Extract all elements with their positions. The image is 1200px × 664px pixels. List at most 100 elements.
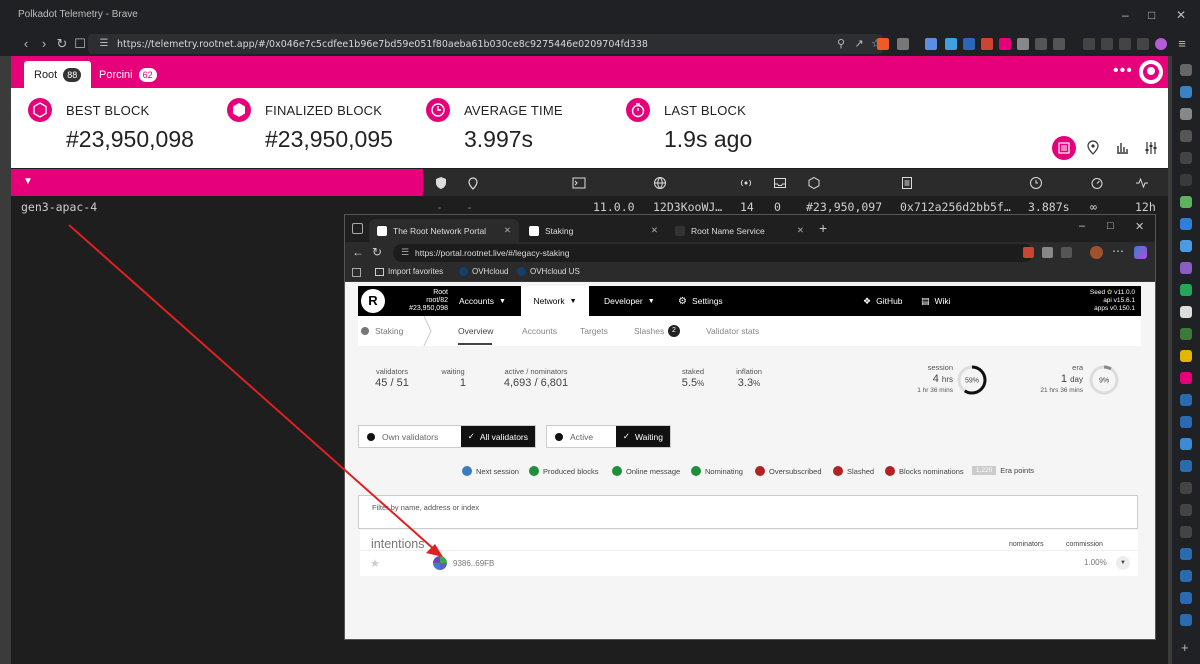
propagation-icon[interactable]: [1090, 176, 1104, 190]
terminal-icon[interactable]: [572, 176, 586, 190]
extension-icon[interactable]: [999, 38, 1011, 50]
menu-icon[interactable]: ≡: [1174, 36, 1190, 52]
sidebar-app-icon[interactable]: [1180, 262, 1192, 274]
edge-close-icon[interactable]: ✕: [1135, 220, 1144, 233]
sidebar-app-icon[interactable]: [1180, 482, 1192, 494]
nav-developer[interactable]: Developer ▼: [604, 286, 655, 316]
extension-icon[interactable]: [963, 38, 975, 50]
address-bar[interactable]: ☰ https://telemetry.rootnet.app/#/0x046e…: [88, 34, 883, 54]
edge-tab-rns[interactable]: Root Name Service ✕: [667, 219, 812, 242]
extension-icon[interactable]: [1017, 38, 1029, 50]
inbox-icon[interactable]: [773, 176, 787, 190]
block-hash-icon[interactable]: [900, 176, 914, 190]
all-validators-option[interactable]: ✓ All validators: [460, 426, 535, 447]
github-icon[interactable]: [1139, 60, 1163, 84]
site-info-icon[interactable]: ☰: [96, 36, 112, 52]
extension-icon[interactable]: [1042, 247, 1053, 258]
nav-settings[interactable]: ⚙ Settings: [678, 286, 723, 316]
address-url[interactable]: https://telemetry.rootnet.app/#/0x046e7c…: [117, 39, 648, 50]
network-globe-icon[interactable]: [653, 176, 667, 190]
nav-network[interactable]: Network ▼: [521, 286, 589, 316]
nav-accounts[interactable]: Accounts ▼: [459, 286, 506, 316]
filter-input[interactable]: Filter by name, address or index: [358, 495, 1138, 529]
sidebar-app-icon[interactable]: [1180, 548, 1192, 560]
profile-avatar[interactable]: [1155, 38, 1167, 50]
brave-shield-icon[interactable]: [877, 38, 889, 50]
edge-address-bar[interactable]: ☰ https://portal.rootnet.live/#/legacy-s…: [393, 244, 1033, 262]
extension-icon[interactable]: [925, 38, 937, 50]
profile-avatar[interactable]: [1090, 246, 1103, 259]
sidebar-app-icon[interactable]: [1180, 306, 1192, 318]
tabs-icon[interactable]: [1101, 38, 1113, 50]
subnav-staking[interactable]: Staking: [375, 326, 403, 336]
back-icon[interactable]: ‹: [18, 36, 34, 52]
favorites-toggle-icon[interactable]: [352, 268, 361, 277]
extensions-puzzle-icon[interactable]: [1035, 38, 1047, 50]
expand-row-icon[interactable]: ▼: [1116, 556, 1130, 570]
edge-tab-portal[interactable]: The Root Network Portal ✕: [369, 219, 519, 242]
sidebar-app-icon[interactable]: [1180, 108, 1192, 120]
reload-icon[interactable]: ↻: [372, 245, 382, 259]
sidebar-app-icon[interactable]: [1180, 394, 1192, 406]
sidebar-app-icon[interactable]: [1180, 240, 1192, 252]
location-icon[interactable]: [466, 176, 480, 190]
close-tab-icon[interactable]: ✕: [651, 225, 658, 236]
back-icon[interactable]: ←: [352, 245, 364, 259]
favorite-ovhcloud-us[interactable]: OVHcloud US: [517, 267, 580, 276]
sidebar-app-icon[interactable]: [1180, 196, 1192, 208]
sidebar-toggle-icon[interactable]: [1083, 38, 1095, 50]
settings-sliders-icon[interactable]: [1139, 136, 1163, 160]
chain-tab-porcini[interactable]: Porcini 62: [89, 61, 167, 88]
subnav-accounts[interactable]: Accounts: [522, 326, 557, 336]
sidebar-add-icon[interactable]: +: [1181, 640, 1189, 655]
sidebar-app-icon[interactable]: [1180, 460, 1192, 472]
peers-broadcast-icon[interactable]: [739, 176, 753, 190]
sidebar-app-icon[interactable]: [1180, 526, 1192, 538]
chart-view-icon[interactable]: [1110, 136, 1134, 160]
maximize-icon[interactable]: □: [1148, 8, 1155, 22]
edge-maximize-icon[interactable]: □: [1107, 220, 1114, 232]
sidebar-app-icon[interactable]: [1180, 592, 1192, 604]
sidebar-app-icon[interactable]: [1180, 64, 1192, 76]
favorites-icon[interactable]: [1061, 247, 1072, 258]
map-pin-icon[interactable]: [1081, 136, 1105, 160]
active-option[interactable]: Active: [547, 426, 601, 447]
validator-shield-icon[interactable]: [434, 176, 448, 190]
close-icon[interactable]: ✕: [1176, 8, 1186, 22]
close-tab-icon[interactable]: ✕: [797, 225, 804, 236]
sidebar-app-icon[interactable]: [1180, 372, 1192, 384]
share-icon[interactable]: ↗: [851, 36, 867, 52]
caret-down-icon[interactable]: ▼: [23, 176, 33, 187]
favorite-ovhcloud[interactable]: OVHcloud: [459, 267, 508, 276]
chain-info[interactable]: Root root/82 #23,950,098: [398, 289, 448, 313]
subnav-overview[interactable]: Overview: [458, 326, 493, 336]
uptime-pulse-icon[interactable]: [1135, 176, 1149, 190]
edge-tab-staking[interactable]: Staking ✕: [521, 219, 666, 242]
block-time-icon[interactable]: [1029, 176, 1043, 190]
sidebar-app-icon[interactable]: [1180, 350, 1192, 362]
minimize-icon[interactable]: –: [1122, 8, 1129, 22]
subnav-validator-stats[interactable]: Validator stats: [706, 326, 759, 336]
sidebar-app-icon[interactable]: [1180, 614, 1192, 626]
extension-icon[interactable]: [945, 38, 957, 50]
sidebar-app-icon[interactable]: [1180, 328, 1192, 340]
new-tab-icon[interactable]: +: [819, 220, 827, 236]
more-options-icon[interactable]: •••: [1113, 62, 1133, 80]
subnav-slashes[interactable]: Slashes: [634, 326, 664, 336]
favorite-star-icon[interactable]: ★: [370, 557, 380, 570]
block-cube-icon[interactable]: [807, 176, 821, 190]
sidebar-app-icon[interactable]: [1180, 570, 1192, 582]
edge-address-url[interactable]: https://portal.rootnet.live/#/legacy-sta…: [415, 248, 570, 258]
zoom-icon[interactable]: ⚲: [833, 36, 849, 52]
nav-github[interactable]: ❖ GitHub: [863, 286, 903, 316]
vpn-icon[interactable]: [1137, 38, 1149, 50]
nav-wiki[interactable]: ▤ Wiki: [921, 286, 951, 316]
sidebar-app-icon[interactable]: [1180, 284, 1192, 296]
waiting-option[interactable]: ✓ Waiting: [615, 426, 670, 447]
chain-tab-root[interactable]: Root 88: [24, 61, 92, 88]
root-logo-icon[interactable]: R: [361, 289, 385, 313]
site-info-icon[interactable]: ☰: [401, 247, 409, 258]
brave-rewards-icon[interactable]: [897, 38, 909, 50]
extension-icon[interactable]: [981, 38, 993, 50]
ai-icon[interactable]: [1119, 38, 1131, 50]
